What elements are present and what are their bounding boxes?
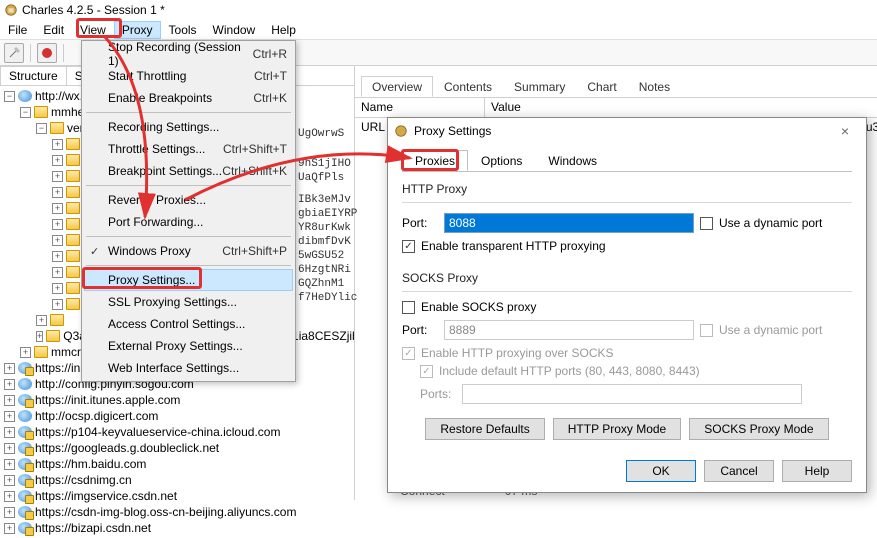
menu-item-enable-breakpoints[interactable]: Enable BreakpointsCtrl+K	[84, 87, 293, 109]
menu-window[interactable]: Window	[205, 21, 264, 39]
menu-item-external-proxy-settings[interactable]: External Proxy Settings...	[84, 335, 293, 357]
record-button[interactable]	[37, 43, 57, 63]
menu-proxy[interactable]: Proxy	[114, 21, 161, 39]
dialog-icon	[394, 124, 408, 138]
app-icon	[4, 3, 18, 17]
menu-item-recording-settings[interactable]: Recording Settings...	[84, 116, 293, 138]
http-proxy-title: HTTP Proxy	[402, 182, 852, 196]
ports-label: Ports:	[420, 387, 456, 401]
socks-dynamic-port-label: Use a dynamic port	[719, 323, 822, 337]
tab-summary[interactable]: Summary	[503, 76, 576, 97]
tab-notes[interactable]: Notes	[628, 76, 681, 97]
proxy-settings-dialog: Proxy Settings × Proxies Options Windows…	[387, 117, 867, 493]
dynamic-port-label: Use a dynamic port	[719, 216, 822, 230]
port-label: Port:	[402, 216, 438, 230]
menu-item-proxy-settings[interactable]: Proxy Settings...	[84, 269, 293, 291]
transparent-label: Enable transparent HTTP proxying	[421, 239, 606, 253]
tab-structure[interactable]: Structure	[0, 66, 67, 85]
world-icon	[18, 90, 32, 102]
menu-item-reverse-proxies[interactable]: Reverse Proxies...	[84, 189, 293, 211]
help-button[interactable]: Help	[782, 460, 852, 482]
menu-view[interactable]: View	[72, 21, 114, 39]
menu-tools[interactable]: Tools	[161, 21, 205, 39]
menu-item-windows-proxy[interactable]: ✓Windows ProxyCtrl+Shift+P	[84, 240, 293, 262]
dynamic-port-checkbox[interactable]	[700, 217, 713, 230]
ok-button[interactable]: OK	[626, 460, 696, 482]
menu-item-ssl-proxying-settings[interactable]: SSL Proxying Settings...	[84, 291, 293, 313]
http-proxy-mode-button[interactable]: HTTP Proxy Mode	[553, 418, 681, 440]
menu-edit[interactable]: Edit	[35, 21, 72, 39]
tab-chart[interactable]: Chart	[576, 76, 627, 97]
socks-proxy-title: SOCKS Proxy	[402, 271, 852, 285]
http-over-socks-checkbox	[402, 347, 415, 360]
tree-toggle[interactable]: −	[20, 107, 31, 118]
tree-toggle[interactable]: −	[4, 91, 15, 102]
menu-item-breakpoint-settings[interactable]: Breakpoint Settings...Ctrl+Shift+K	[84, 160, 293, 182]
menubar: File Edit View Proxy Tools Window Help	[0, 20, 877, 40]
dlg-tab-options[interactable]: Options	[468, 150, 535, 171]
record-icon	[41, 47, 53, 59]
col-name[interactable]: Name	[355, 98, 485, 117]
menu-help[interactable]: Help	[263, 21, 304, 39]
socks-port-input	[444, 320, 694, 340]
dialog-title: Proxy Settings	[414, 124, 491, 138]
include-default-checkbox	[420, 365, 433, 378]
cancel-button[interactable]: Cancel	[704, 460, 774, 482]
tab-contents[interactable]: Contents	[433, 76, 503, 97]
menu-item-web-interface-settings[interactable]: Web Interface Settings...	[84, 357, 293, 379]
restore-defaults-button[interactable]: Restore Defaults	[425, 418, 544, 440]
folder-icon	[50, 122, 64, 134]
http-port-input[interactable]	[444, 213, 694, 233]
tab-overview[interactable]: Overview	[361, 76, 433, 97]
menu-item-port-forwarding[interactable]: Port Forwarding...	[84, 211, 293, 233]
dlg-tab-proxies[interactable]: Proxies	[402, 150, 468, 171]
socks-port-label: Port:	[402, 323, 438, 337]
close-button[interactable]: ×	[830, 123, 860, 139]
window-titlebar: Charles 4.2.5 - Session 1 *	[0, 0, 877, 20]
enable-socks-label: Enable SOCKS proxy	[421, 300, 536, 314]
broom-icon	[8, 47, 20, 59]
clear-button[interactable]	[4, 43, 24, 63]
tree-toggle[interactable]: −	[36, 123, 47, 134]
http-over-socks-label: Enable HTTP proxying over SOCKS	[421, 346, 614, 360]
col-value[interactable]: Value	[485, 98, 877, 117]
menu-item-throttle-settings[interactable]: Throttle Settings...Ctrl+Shift+T	[84, 138, 293, 160]
folder-icon	[34, 106, 48, 118]
ports-input	[462, 384, 802, 404]
enable-socks-checkbox[interactable]	[402, 301, 415, 314]
proxy-menu-dropdown: Stop Recording (Session 1)Ctrl+RStart Th…	[81, 40, 296, 382]
menu-item-stop-recording-session-1[interactable]: Stop Recording (Session 1)Ctrl+R	[84, 43, 293, 65]
dlg-tab-windows[interactable]: Windows	[535, 150, 610, 171]
window-title: Charles 4.2.5 - Session 1 *	[22, 3, 165, 17]
world-lock-icon	[18, 362, 32, 374]
menu-file[interactable]: File	[0, 21, 35, 39]
menu-item-start-throttling[interactable]: Start ThrottlingCtrl+T	[84, 65, 293, 87]
menu-item-access-control-settings[interactable]: Access Control Settings...	[84, 313, 293, 335]
include-default-label: Include default HTTP ports (80, 443, 808…	[439, 364, 700, 378]
socks-dynamic-port-checkbox	[700, 324, 713, 337]
socks-proxy-mode-button[interactable]: SOCKS Proxy Mode	[689, 418, 828, 440]
transparent-checkbox[interactable]	[402, 240, 415, 253]
